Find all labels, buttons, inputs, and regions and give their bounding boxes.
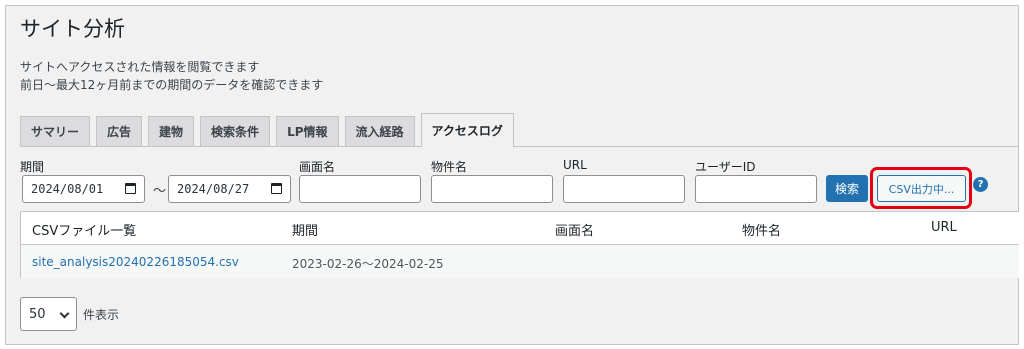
property-name-input[interactable]: [431, 175, 553, 203]
screen-name-label: 画面名: [299, 160, 336, 174]
page-description: 前日〜最大12ヶ月前までの期間のデータを確認できます: [20, 78, 324, 92]
search-button[interactable]: 検索: [826, 175, 868, 202]
csv-export-button[interactable]: CSV出力中...: [877, 175, 966, 202]
tab-referrer[interactable]: 流入経路: [344, 116, 415, 146]
calendar-icon[interactable]: [271, 183, 282, 194]
page-title: サイト分析: [20, 17, 125, 41]
user-id-label: ユーザーID: [695, 160, 756, 174]
tab-access-log[interactable]: アクセスログ: [420, 113, 514, 147]
date-to-input[interactable]: 2024/08/27: [168, 175, 291, 203]
tab-bar: サマリー 広告 建物 検索条件 LP情報 流入経路 アクセスログ: [20, 113, 520, 147]
column-header-url: URL: [931, 220, 957, 235]
column-header-screen: 画面名: [555, 224, 595, 239]
csv-file-link[interactable]: site_analysis20240226185054.csv: [32, 255, 239, 269]
property-name-label: 物件名: [431, 160, 468, 174]
per-page-label: 件表示: [83, 308, 120, 322]
date-separator: 〜: [153, 184, 167, 199]
column-header-file: CSVファイル一覧: [32, 224, 137, 239]
tab-buildings[interactable]: 建物: [148, 116, 195, 146]
table-cell-period: 2023-02-26〜2024-02-25: [292, 257, 444, 271]
tab-lp-info[interactable]: LP情報: [276, 116, 339, 146]
user-id-input[interactable]: [695, 175, 817, 203]
per-page-select[interactable]: 50: [20, 297, 77, 331]
help-icon[interactable]: ?: [973, 177, 988, 192]
tab-summary[interactable]: サマリー: [20, 116, 91, 146]
column-header-property: 物件名: [742, 224, 782, 239]
per-page-value: 50: [29, 306, 46, 322]
date-to-value: 2024/08/27: [177, 182, 250, 196]
table-row: site_analysis20240226185054.csv 2023-02-…: [21, 245, 1019, 278]
page-description: サイトへアクセスされた情報を閲覧できます: [20, 60, 260, 74]
url-input[interactable]: [563, 175, 685, 203]
url-label: URL: [563, 158, 587, 172]
period-label: 期間: [20, 160, 45, 174]
table-header: CSVファイル一覧 期間 画面名 物件名 URL: [21, 212, 1019, 245]
tab-ads[interactable]: 広告: [96, 116, 143, 146]
screen-name-input[interactable]: [299, 175, 421, 203]
calendar-icon[interactable]: [125, 183, 136, 194]
date-from-input[interactable]: 2024/08/01: [22, 175, 145, 203]
chevron-down-icon: [59, 308, 70, 319]
tab-search-conditions[interactable]: 検索条件: [200, 116, 271, 146]
date-from-value: 2024/08/01: [31, 182, 104, 196]
column-header-period: 期間: [292, 224, 319, 239]
csv-file-table: CSVファイル一覧 期間 画面名 物件名 URL site_analysis20…: [20, 211, 1019, 278]
tab-divider: [20, 146, 1019, 147]
